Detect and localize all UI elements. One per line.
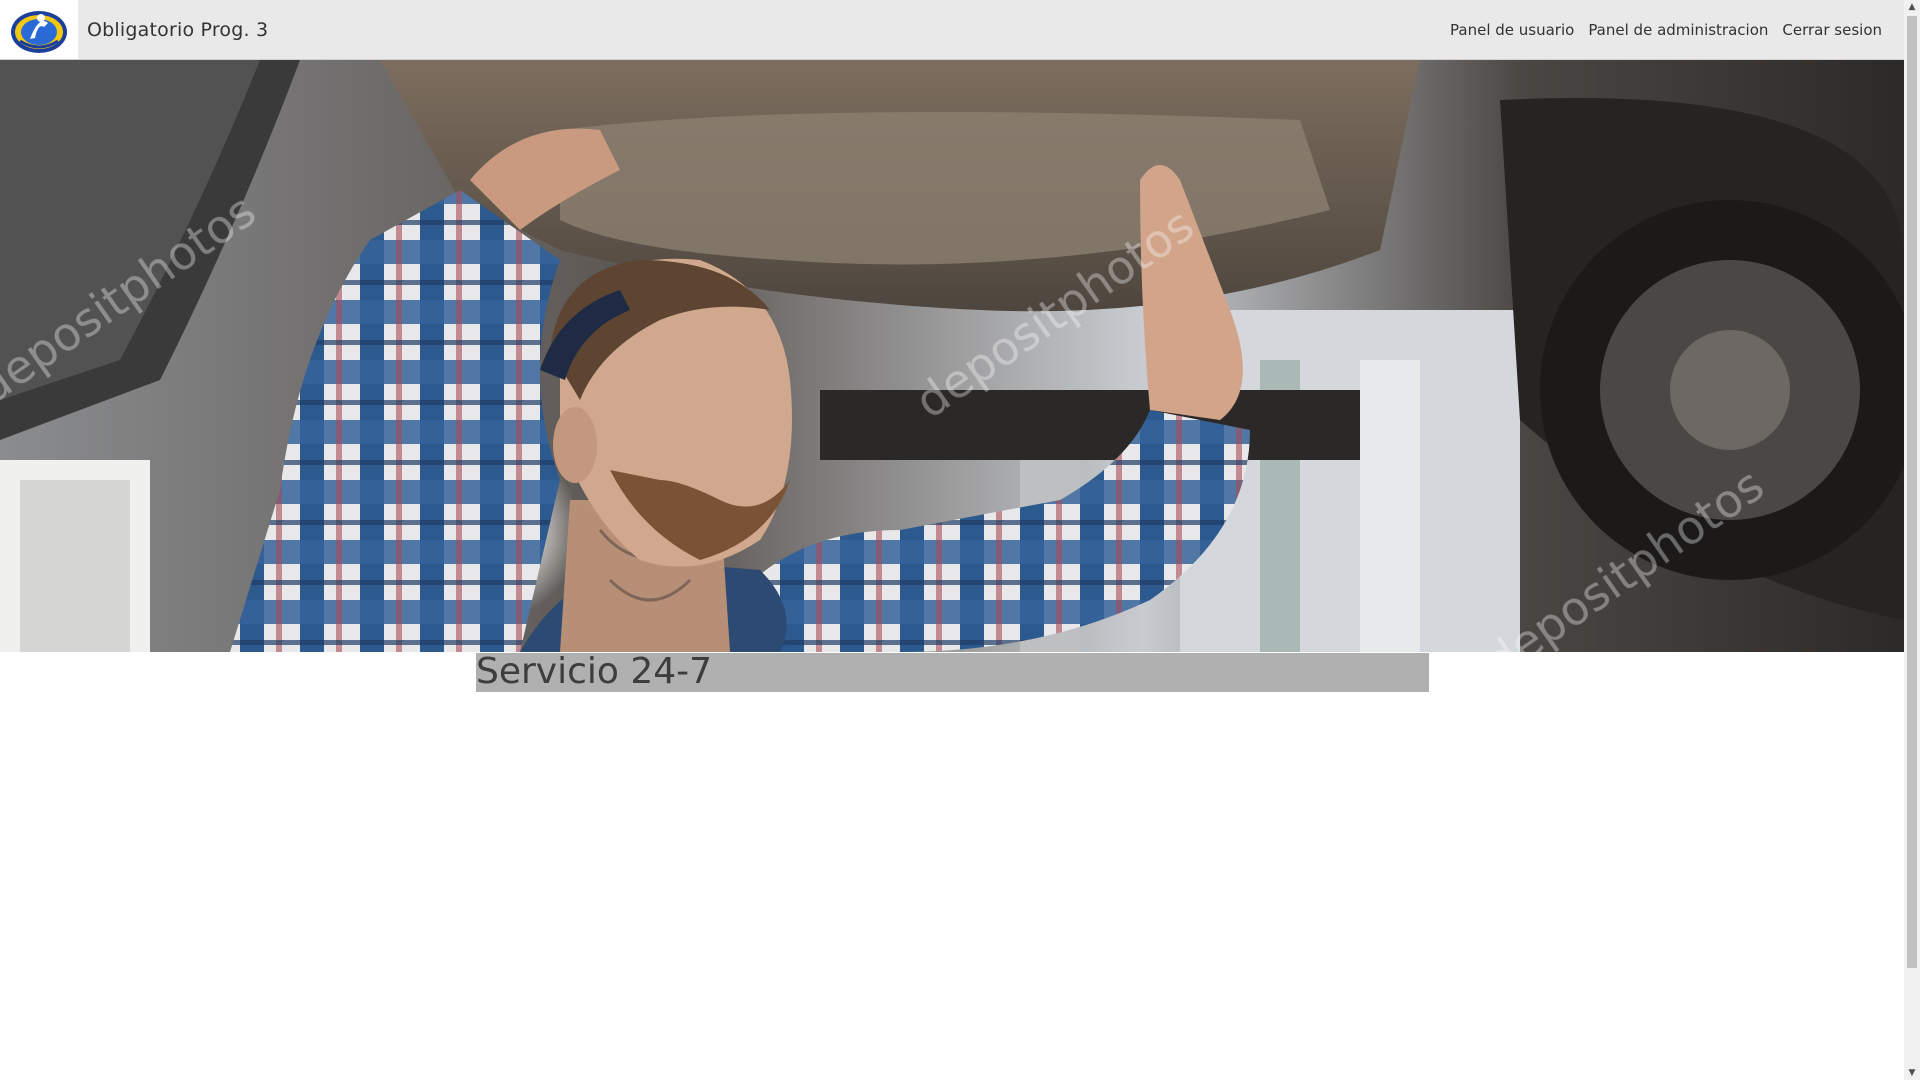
scroll-down-icon[interactable]: ▼ — [1904, 1066, 1920, 1080]
mechanic-photo: depositphotos depositphotos depositphoto… — [0, 60, 1904, 652]
page: Obligatorio Prog. 3 Panel de usuario Pan… — [0, 0, 1920, 1080]
nav-links: Panel de usuario Panel de administracion… — [1443, 21, 1904, 39]
brand-logo[interactable] — [0, 0, 78, 59]
logo-icon — [11, 10, 67, 53]
page-title: Servicio 24-7 — [476, 651, 713, 692]
nav-link-cerrar-sesion[interactable]: Cerrar sesion — [1775, 21, 1889, 39]
nav-link-panel-administracion[interactable]: Panel de administracion — [1581, 21, 1775, 39]
hero-image: depositphotos depositphotos depositphoto… — [0, 60, 1904, 652]
scroll-up-icon[interactable]: ▲ — [1904, 0, 1920, 14]
nav-link-panel-usuario[interactable]: Panel de usuario — [1443, 21, 1581, 39]
vertical-scrollbar[interactable]: ▲ ▼ — [1904, 0, 1920, 1080]
navbar: Obligatorio Prog. 3 Panel de usuario Pan… — [0, 0, 1904, 60]
brand-title[interactable]: Obligatorio Prog. 3 — [87, 19, 268, 41]
scrollbar-thumb[interactable] — [1907, 16, 1917, 968]
